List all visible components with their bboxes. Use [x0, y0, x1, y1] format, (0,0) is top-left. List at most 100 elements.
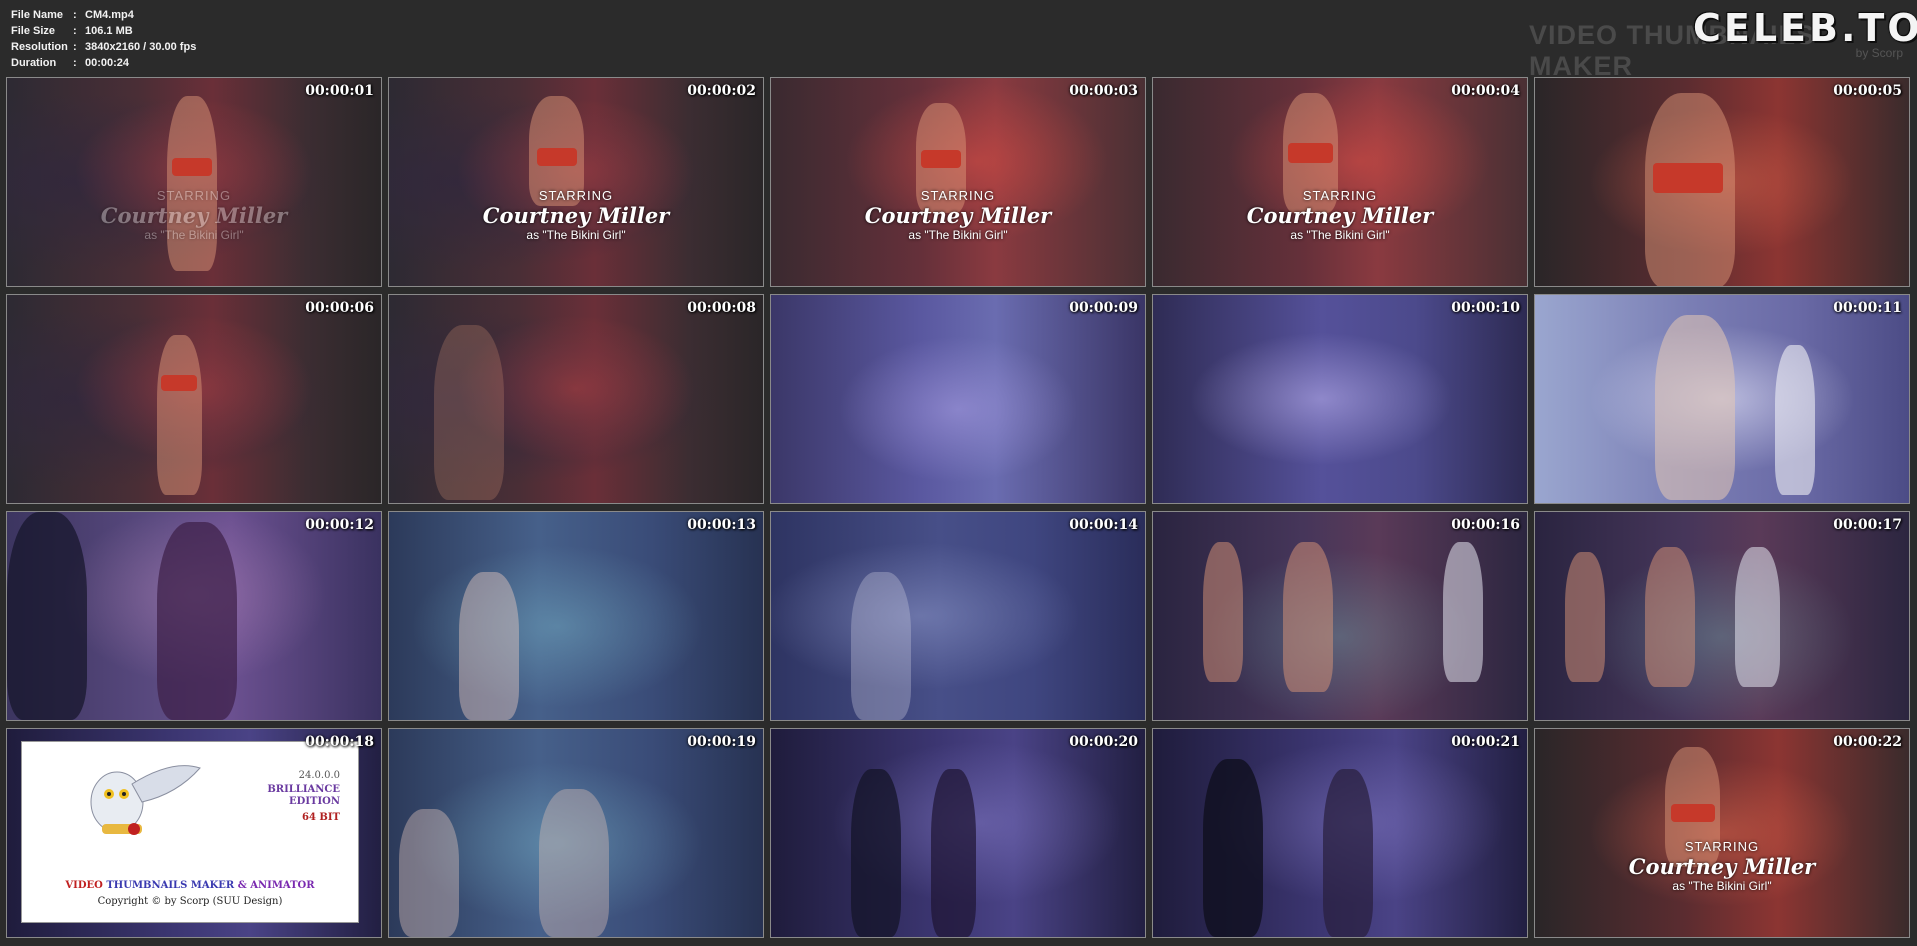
credit-caption: STARRING Courtney Miller as "The Bikini …: [7, 188, 381, 242]
thumbnail[interactable]: STARRING Courtney Miller as "The Bikini …: [1534, 728, 1910, 938]
file-info: File Name : CM4.mp4 File Size : 106.1 MB…: [11, 7, 196, 71]
figure: [1203, 759, 1263, 937]
thumbnail[interactable]: 00:00:10: [1152, 294, 1528, 504]
figure: [1775, 345, 1815, 495]
figure: [161, 375, 197, 391]
credit-caption: STARRING Courtney Miller as "The Bikini …: [1535, 839, 1909, 893]
caption-name: Courtney Miller: [864, 203, 1052, 228]
celeb-logo: CELEB.TO: [1693, 6, 1917, 50]
timestamp: 00:00:03: [1069, 83, 1138, 99]
software-logo-overlay: 24.0.0.0 BRILLIANCE EDITION 64 BIT VIDEO…: [21, 741, 359, 923]
figure: [157, 335, 202, 495]
figure: [1203, 542, 1243, 682]
figure: [434, 325, 504, 500]
thumbnail[interactable]: 00:00:20: [770, 728, 1146, 938]
header: File Name : CM4.mp4 File Size : 106.1 MB…: [0, 0, 1917, 81]
timestamp: 00:00:14: [1069, 517, 1138, 533]
info-row-filesize: File Size : 106.1 MB: [11, 23, 196, 39]
figure: [1288, 143, 1333, 163]
thumbnail[interactable]: 00:00:12: [6, 511, 382, 721]
info-label: File Name: [11, 9, 63, 21]
caption-role: as "The Bikini Girl": [908, 228, 1008, 242]
thumbnail-grid: STARRING Courtney Miller as "The Bikini …: [6, 77, 1910, 938]
caption-starring: STARRING: [1684, 839, 1760, 854]
timestamp: 00:00:13: [687, 517, 756, 533]
info-row-duration: Duration : 00:00:24: [11, 55, 196, 71]
caption-role: as "The Bikini Girl": [526, 228, 626, 242]
timestamp: 00:00:17: [1833, 517, 1902, 533]
caption-starring: STARRING: [156, 188, 232, 203]
info-separator: :: [73, 41, 77, 53]
thumbnail[interactable]: STARRING Courtney Miller as "The Bikini …: [770, 77, 1146, 287]
figure: [1565, 552, 1605, 682]
info-value: 00:00:24: [85, 57, 130, 69]
info-label: File Size: [11, 25, 56, 37]
thumbnail[interactable]: STARRING Courtney Miller as "The Bikini …: [388, 77, 764, 287]
info-separator: :: [73, 57, 77, 69]
thumbnail[interactable]: 00:00:05: [1534, 77, 1910, 287]
figure: [851, 572, 911, 720]
thumbnail[interactable]: 00:00:21: [1152, 728, 1528, 938]
caption-name: Courtney Miller: [100, 203, 288, 228]
logo-title-part: THUMBNAILS MAKER: [106, 880, 235, 891]
thumbnail[interactable]: STARRING Courtney Miller as "The Bikini …: [1152, 77, 1528, 287]
thumbnail[interactable]: 00:00:09: [770, 294, 1146, 504]
logo-edition-line: BRILLIANCE: [267, 784, 340, 795]
timestamp: 00:00:21: [1451, 734, 1520, 750]
figure: [539, 789, 609, 937]
info-label: Resolution: [11, 41, 68, 53]
thumbnail[interactable]: 00:00:06: [6, 294, 382, 504]
info-value: 106.1 MB: [85, 25, 133, 37]
thumbnail[interactable]: 00:00:11: [1534, 294, 1910, 504]
logo-title-part: VIDEO: [65, 880, 103, 891]
logo-bits: 64 BIT: [302, 812, 340, 823]
timestamp: 00:00:02: [687, 83, 756, 99]
timestamp: 00:00:06: [305, 300, 374, 316]
figure: [1735, 547, 1780, 687]
thumbnail[interactable]: 00:00:19: [388, 728, 764, 938]
logo-version: 24.0.0.0: [298, 770, 340, 781]
logo-title: VIDEO THUMBNAILS MAKER & ANIMATOR: [22, 880, 358, 891]
info-row-resolution: Resolution : 3840x2160 / 30.00 fps: [11, 39, 196, 55]
figure: [1283, 542, 1333, 692]
timestamp: 00:00:12: [305, 517, 374, 533]
caption-role: as "The Bikini Girl": [1672, 879, 1772, 893]
caption-name: Courtney Miller: [482, 203, 670, 228]
thumbnail[interactable]: 00:00:16: [1152, 511, 1528, 721]
thumbnail[interactable]: 00:00:13: [388, 511, 764, 721]
timestamp: 00:00:18: [305, 734, 374, 750]
figure: [1653, 163, 1723, 193]
info-label: Duration: [11, 57, 57, 69]
timestamp: 00:00:09: [1069, 300, 1138, 316]
info-separator: :: [73, 25, 77, 37]
figure: [7, 512, 87, 720]
logo-edition: BRILLIANCE EDITION: [267, 784, 340, 808]
timestamp: 00:00:10: [1451, 300, 1520, 316]
timestamp: 00:00:19: [687, 734, 756, 750]
logo-edition-line: EDITION: [289, 796, 340, 807]
thumbnail[interactable]: 00:00:14: [770, 511, 1146, 721]
caption-name: Courtney Miller: [1246, 203, 1434, 228]
info-value: 3840x2160 / 30.00 fps: [85, 41, 197, 53]
caption-name: Courtney Miller: [1628, 854, 1816, 879]
timestamp: 00:00:20: [1069, 734, 1138, 750]
thumbnail[interactable]: 00:00:17: [1534, 511, 1910, 721]
caption-starring: STARRING: [920, 188, 996, 203]
thumbnail[interactable]: 24.0.0.0 BRILLIANCE EDITION 64 BIT VIDEO…: [6, 728, 382, 938]
figure: [399, 809, 459, 937]
timestamp: 00:00:16: [1451, 517, 1520, 533]
caption-role: as "The Bikini Girl": [144, 228, 244, 242]
timestamp: 00:00:01: [305, 83, 374, 99]
thumbnail[interactable]: STARRING Courtney Miller as "The Bikini …: [6, 77, 382, 287]
figure: [172, 158, 212, 176]
caption-starring: STARRING: [538, 188, 614, 203]
timestamp: 00:00:11: [1833, 300, 1902, 316]
info-separator: :: [73, 9, 77, 21]
figure: [1655, 315, 1735, 500]
timestamp: 00:00:22: [1833, 734, 1902, 750]
credit-caption: STARRING Courtney Miller as "The Bikini …: [1153, 188, 1527, 242]
figure: [1645, 547, 1695, 687]
thumbnail[interactable]: 00:00:08: [388, 294, 764, 504]
figure: [157, 522, 237, 720]
figure: [1671, 804, 1715, 822]
